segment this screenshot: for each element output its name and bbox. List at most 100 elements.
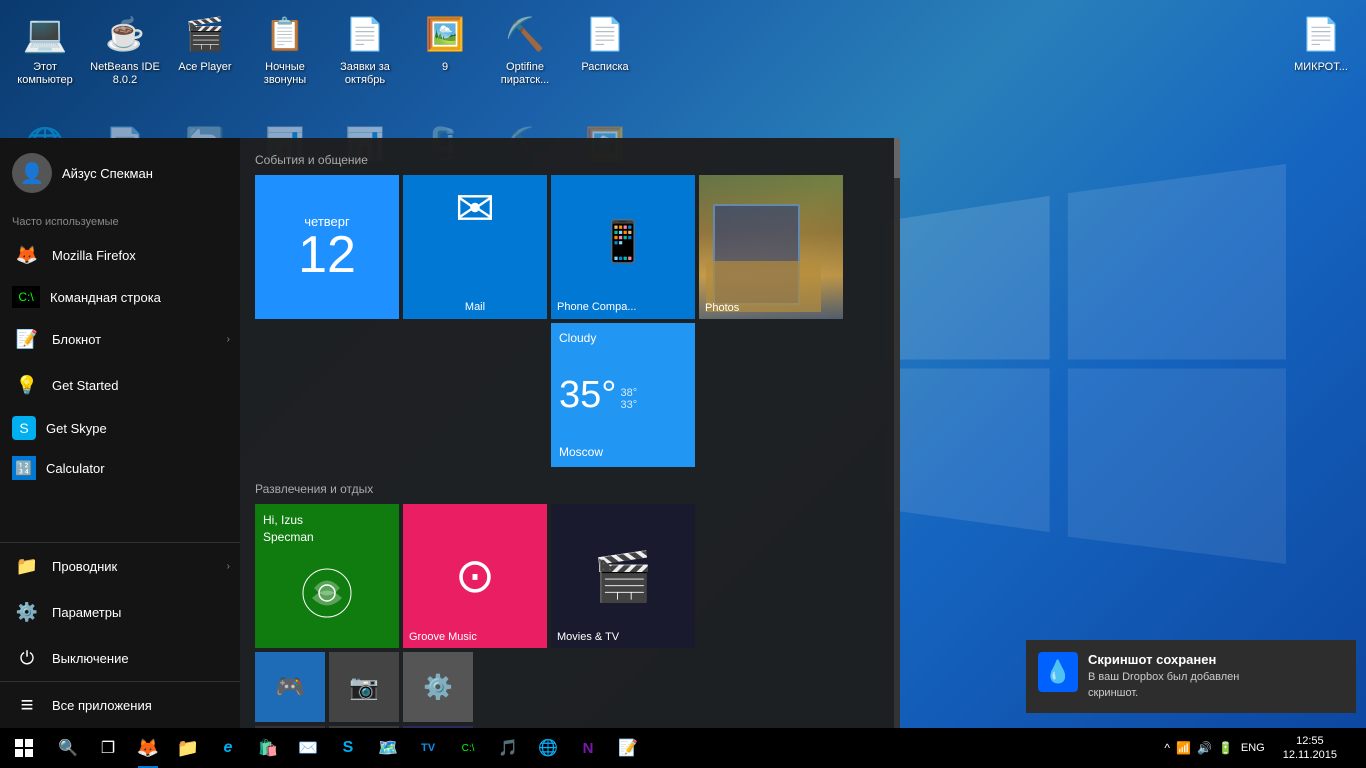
- chevron-right-icon: ›: [227, 334, 230, 345]
- taskbar-skype[interactable]: S: [328, 728, 368, 768]
- windows-logo-desktop: [886, 164, 1286, 564]
- taskbar-maps[interactable]: 🗺️: [368, 728, 408, 768]
- start-menu-left-panel: 👤 Айзус Спекман Часто используемые 🦊 Moz…: [0, 138, 240, 728]
- sidebar-item-explorer[interactable]: 📁 Проводник ›: [0, 543, 240, 589]
- start-user[interactable]: 👤 Айзус Спекман: [0, 138, 240, 208]
- desktop-icon-night-calls[interactable]: 📋 Ночныезвонуны: [245, 5, 325, 92]
- tile-weather[interactable]: Cloudy 35° 38° 33° Moscow: [551, 323, 695, 467]
- weather-high: 38°: [620, 387, 637, 399]
- taskbar-onenote[interactable]: N: [568, 728, 608, 768]
- firefox-icon: 🦊: [12, 240, 42, 270]
- scrollbar-thumb[interactable]: [894, 138, 900, 178]
- toast-content: Скриншот сохранен В ваш Dropbox был доба…: [1088, 652, 1344, 701]
- tile-small-4[interactable]: 🎵: [255, 726, 325, 728]
- dropbox-icon: 💧: [1038, 652, 1078, 692]
- taskbar: 🔍 ❐ 🦊 📁 e 🛍️ ✉️ S 🗺️ TV C:\ 🎵 🌐 N 📝 ^ 📶 …: [0, 728, 1366, 768]
- sidebar-item-get-started[interactable]: 💡 Get Started: [0, 362, 240, 408]
- tile-movies-tv[interactable]: 🎬 Movies & TV: [551, 504, 695, 648]
- taskbar-search[interactable]: 🔍: [48, 728, 88, 768]
- taskbar-cmd[interactable]: C:\: [448, 728, 488, 768]
- taskbar-teamviewer[interactable]: TV: [408, 728, 448, 768]
- desktop-icons-row1: 💻 Этоткомпьютер ☕ NetBeans IDE8.0.2 🎬 Ac…: [0, 0, 1366, 97]
- desktop-icon-ace-player[interactable]: 🎬 Ace Player: [165, 5, 245, 92]
- tile-small-3[interactable]: ⚙️: [403, 652, 473, 722]
- network-icon[interactable]: 📶: [1173, 741, 1194, 755]
- xbox-greeting: Hi, IzusSpecman: [263, 512, 391, 546]
- folder-icon: 📁: [12, 551, 42, 581]
- desktop-icon-optifine[interactable]: ⛏️ Optifineпиратск...: [485, 5, 565, 92]
- volume-icon[interactable]: 🔊: [1194, 741, 1215, 755]
- taskbar-task-view[interactable]: ❐: [88, 728, 128, 768]
- sidebar-item-firefox[interactable]: 🦊 Mozilla Firefox: [0, 232, 240, 278]
- toast-notification: 💧 Скриншот сохранен В ваш Dropbox был до…: [1026, 640, 1356, 713]
- sidebar-item-cmd[interactable]: C:\ Командная строка: [0, 278, 240, 316]
- tile-small-2[interactable]: 📷: [329, 652, 399, 722]
- power-icon: ⏻: [12, 643, 42, 673]
- taskbar-mail[interactable]: ✉️: [288, 728, 328, 768]
- taskbar-system-tray: ^ 📶 🔊 🔋 ENG 12:55 12.11.2015: [1151, 728, 1366, 768]
- toast-title: Скриншот сохранен: [1088, 652, 1344, 667]
- desktop-icon-netbeans[interactable]: ☕ NetBeans IDE8.0.2: [85, 5, 165, 92]
- calculator-icon: 🔢: [12, 456, 36, 480]
- scrollbar-track: [894, 138, 900, 728]
- photos-label: Photos: [705, 302, 739, 314]
- avatar: 👤: [12, 153, 52, 193]
- chevron-right-icon2: ›: [227, 561, 230, 572]
- tile-xbox-user[interactable]: Hi, IzusSpecman: [255, 504, 399, 648]
- sidebar-item-shutdown[interactable]: ⏻ Выключение: [0, 635, 240, 681]
- tile-small-1[interactable]: 🎮: [255, 652, 325, 722]
- show-desktop-button[interactable]: [1345, 728, 1361, 768]
- start-tiles-panel: События и общение четверг 12 ✉ Mail 📱 Ph…: [240, 138, 900, 728]
- tiles-col-small: 🎮 📷 ⚙️ 🎵 🌀 ✨: [255, 652, 473, 728]
- taskbar-vlc[interactable]: 🎵: [488, 728, 528, 768]
- sidebar-item-settings[interactable]: ⚙️ Параметры: [0, 589, 240, 635]
- sidebar-item-notepad[interactable]: 📝 Блокнот ›: [0, 316, 240, 362]
- sidebar-item-all-apps[interactable]: ≡ Все приложения: [0, 681, 240, 728]
- sidebar-item-skype[interactable]: S Get Skype: [0, 408, 240, 448]
- movies-label: Movies & TV: [557, 631, 619, 643]
- taskbar-network[interactable]: 🌐: [528, 728, 568, 768]
- section1-label: События и общение: [255, 153, 885, 167]
- tile-phone-companion[interactable]: 📱 Phone Compa...: [551, 175, 695, 319]
- desktop-icon-9[interactable]: 🖼️ 9: [405, 5, 485, 92]
- xbox-icon: [302, 568, 352, 618]
- mail-label: Mail: [465, 301, 485, 313]
- notepad-icon: 📝: [12, 324, 42, 354]
- cmd-icon: C:\: [12, 286, 40, 308]
- lightbulb-icon: 💡: [12, 370, 42, 400]
- skype-icon: S: [12, 416, 36, 440]
- desktop-icon-mikrot[interactable]: 📄 МИКРОТ...: [1281, 5, 1361, 92]
- battery-icon[interactable]: 🔋: [1215, 741, 1236, 755]
- clock-time: 12:55: [1283, 734, 1337, 748]
- sidebar-item-calculator[interactable]: 🔢 Calculator: [0, 448, 240, 488]
- taskbar-firefox[interactable]: 🦊: [128, 728, 168, 768]
- phone-label: Phone Compa...: [557, 301, 689, 313]
- taskbar-store[interactable]: 🛍️: [248, 728, 288, 768]
- start-bottom: 📁 Проводник › ⚙️ Параметры ⏻ Выключение …: [0, 542, 240, 728]
- show-hidden-icon[interactable]: ^: [1161, 741, 1173, 755]
- taskbar-edge[interactable]: e: [208, 728, 248, 768]
- desktop-icon-october[interactable]: 📄 Заявки заоктябрь: [325, 5, 405, 92]
- system-icons: ^ 📶 🔊 🔋 ENG: [1156, 741, 1274, 755]
- language-indicator[interactable]: ENG: [1236, 742, 1270, 754]
- weather-temp: 35°: [559, 374, 616, 417]
- tile-small-5[interactable]: 🌀: [329, 726, 399, 728]
- taskbar-folder[interactable]: 📁: [168, 728, 208, 768]
- tile-calendar[interactable]: четверг 12: [255, 175, 399, 319]
- apps-icon: ≡: [12, 690, 42, 720]
- tiles-col-phone-weather: 📱 Phone Compa... Cloudy 35° 38° 33° Mosc…: [551, 175, 695, 467]
- windows-logo-icon: [15, 739, 33, 757]
- desktop-icon-this-computer[interactable]: 💻 Этоткомпьютер: [5, 5, 85, 92]
- taskbar-clock[interactable]: 12:55 12.11.2015: [1275, 734, 1345, 763]
- tile-mail[interactable]: ✉ Mail: [403, 175, 547, 319]
- clock-date: 12.11.2015: [1283, 748, 1337, 762]
- frequent-label: Часто используемые: [0, 208, 240, 232]
- tile-small-6[interactable]: ✨: [403, 726, 473, 728]
- start-button[interactable]: [0, 728, 48, 768]
- weather-condition: Cloudy: [559, 331, 687, 345]
- desktop-icon-raspisanie[interactable]: 📄 Расписка: [565, 5, 645, 92]
- tile-photos[interactable]: Photos: [699, 175, 843, 319]
- taskbar-wordpad[interactable]: 📝: [608, 728, 648, 768]
- toast-body: В ваш Dropbox был добавленскриншот.: [1088, 670, 1344, 701]
- tile-groove-music[interactable]: ⊙ Groove Music: [403, 504, 547, 648]
